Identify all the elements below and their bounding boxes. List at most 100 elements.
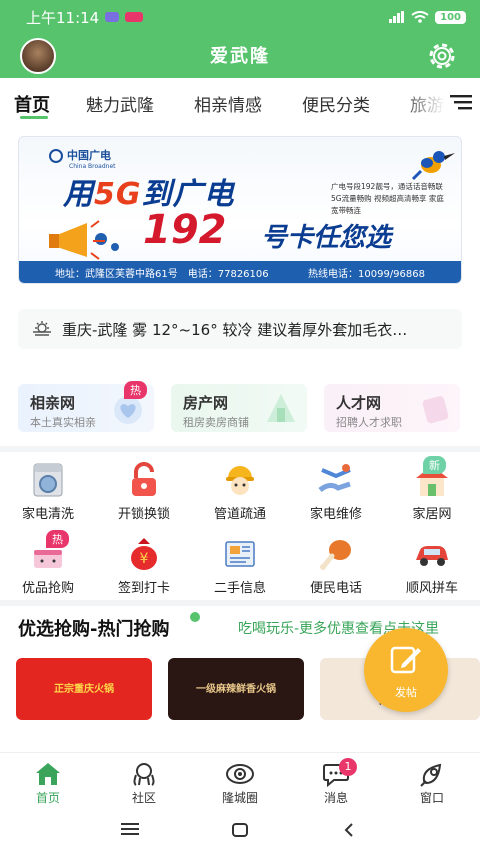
app-header: 上午11:14 100 爱武隆 <box>0 0 480 78</box>
grid-label: 优品抢购 <box>21 581 74 596</box>
notification-icon <box>105 12 120 22</box>
broadnet-logo-icon <box>49 149 63 163</box>
megaphone-icon <box>49 220 119 260</box>
grid-item-appliance-cleaning[interactable]: 家电清洗 <box>8 460 88 522</box>
hot-badge: 热 <box>46 530 69 548</box>
lock-icon <box>132 462 156 496</box>
card-title: 相亲网 <box>30 394 76 412</box>
nav-label: 消息 <box>323 791 348 805</box>
nav-messages[interactable]: 消息 <box>301 761 371 806</box>
home-button-icon[interactable] <box>231 822 249 838</box>
wrench-icon <box>318 464 351 493</box>
battery-level: 100 <box>435 10 466 24</box>
banner-address: 地址：武隆区芙蓉中路61号 <box>55 268 178 280</box>
weather-bar[interactable]: 重庆-武隆 雾 12°~16° 较冷 建议着厚外套加毛衣… <box>18 309 462 349</box>
weather-text: 重庆-武隆 雾 12°~16° 较冷 建议着厚外套加毛衣… <box>62 320 408 339</box>
banner-hotline: 热线电话：10099/96868 <box>308 268 425 280</box>
home-icon <box>36 763 60 785</box>
system-nav-bar <box>0 808 480 853</box>
nav-city-circle[interactable]: 隆城圈 <box>205 761 275 806</box>
promo-banner[interactable]: 中国广电 China Broadnet 用5G到广电 广电号段192靓号，通话话… <box>18 136 462 284</box>
hot-badge: 热 <box>124 381 147 399</box>
tab-fade <box>400 78 445 124</box>
status-icons: 100 <box>389 10 466 24</box>
recent-apps-icon[interactable] <box>120 822 140 836</box>
worker-icon <box>226 466 254 495</box>
banner-headline-5g: 5G <box>94 177 142 212</box>
section-divider <box>0 446 480 452</box>
banner-details: 广电号段192靓号，通话话音畅联 5G流量畅购 视频超高清畅享 家庭宽带畅连 <box>331 182 444 215</box>
card-title: 人才网 <box>336 394 382 412</box>
card-property[interactable]: 房产网 租房卖房商铺 <box>171 384 307 432</box>
banner-footer: 地址：武隆区芙蓉中路61号 电话：77826106 热线电话：10099/968… <box>19 261 461 283</box>
post-button[interactable]: 发帖 <box>364 628 448 712</box>
grid-label: 家电维修 <box>309 507 362 522</box>
grid-item-phone-directory[interactable]: 便民电话 <box>296 534 376 596</box>
eye-icon <box>226 764 254 784</box>
wifi-icon <box>411 11 429 23</box>
grid-label: 签到打卡 <box>117 581 170 596</box>
notification-icon <box>125 12 144 22</box>
promo-card[interactable]: 一级麻辣鲜香火锅 <box>168 658 304 720</box>
car-icon <box>416 546 448 566</box>
banner-number: 192 <box>143 207 227 253</box>
banner-phone: 电话：77826106 <box>187 268 269 280</box>
nav-label: 隆城圈 <box>221 791 258 805</box>
person-icon <box>422 396 449 424</box>
nav-label: 首页 <box>35 791 60 805</box>
card-talent[interactable]: 人才网 招聘人才求职 <box>324 384 460 432</box>
gear-icon[interactable] <box>424 38 460 74</box>
promo-card[interactable]: 正宗重庆火锅 <box>16 658 152 720</box>
rocket-icon <box>420 763 442 787</box>
message-count-badge: 1 <box>339 758 357 776</box>
svg-text:¥: ¥ <box>140 551 149 567</box>
washing-machine-icon <box>33 463 63 497</box>
tab-home[interactable]: 首页 <box>14 91 50 117</box>
status-bar: 上午11:14 100 <box>0 0 480 34</box>
grid-label: 家电清洗 <box>21 507 74 522</box>
banner-slogan: 号卡任您选 <box>261 223 392 253</box>
banner-logo-text: 中国广电 <box>67 149 111 162</box>
promo-text: 一级麻辣鲜香火锅 <box>196 684 276 695</box>
nav-home[interactable]: 首页 <box>13 761 83 806</box>
money-bag-icon: ¥ <box>131 538 157 570</box>
banner-headline-a: 用 <box>63 177 94 212</box>
grid-label: 二手信息 <box>213 581 266 596</box>
nav-community[interactable]: 社区 <box>109 761 179 806</box>
grid-item-appliance-repair[interactable]: 家电维修 <box>296 460 376 522</box>
grid-item-check-in[interactable]: ¥ 签到打卡 <box>104 534 184 596</box>
status-time: 上午11:14 <box>26 8 100 27</box>
nav-window[interactable]: 窗口 <box>397 761 467 806</box>
edit-icon <box>390 646 421 674</box>
chicken-leg-icon <box>320 540 351 570</box>
bottom-nav: 首页 社区 隆城圈 消息 窗口 <box>0 752 480 808</box>
building-icon <box>267 394 295 422</box>
grid-item-pipe-unclog[interactable]: 管道疏通 <box>200 460 280 522</box>
card-title: 房产网 <box>183 394 229 412</box>
category-tabs: 首页 魅力武隆 相亲情感 便民分类 旅游 <box>0 78 480 124</box>
app-title: 爱武隆 <box>210 46 270 67</box>
section-title: 优选抢购-热门抢购 <box>18 619 170 640</box>
back-icon[interactable] <box>342 822 356 838</box>
card-subtitle: 租房卖房商铺 <box>183 416 249 429</box>
post-button-label: 发帖 <box>395 686 417 699</box>
grid-label: 便民电话 <box>309 581 362 596</box>
grid-item-second-hand[interactable]: 二手信息 <box>200 534 280 596</box>
tab-active-indicator <box>20 116 48 119</box>
grid-item-locksmith[interactable]: 开锁换锁 <box>104 460 184 522</box>
grid-item-carpool[interactable]: 顺风拼车 <box>392 534 472 596</box>
tab-charm-wulong[interactable]: 魅力武隆 <box>86 91 154 116</box>
newspaper-icon <box>225 541 255 567</box>
grid-label: 家居网 <box>412 507 452 522</box>
section-dot <box>190 612 200 622</box>
signal-icon <box>389 11 405 23</box>
promo-text: 正宗重庆火锅 <box>54 684 114 695</box>
section-divider <box>0 600 480 606</box>
tab-services[interactable]: 便民分类 <box>302 91 370 116</box>
menu-icon[interactable] <box>450 94 472 110</box>
grid-label: 管道疏通 <box>213 507 266 522</box>
tab-dating[interactable]: 相亲情感 <box>194 91 262 116</box>
nav-label: 社区 <box>131 791 156 805</box>
weather-fog-icon <box>33 321 51 336</box>
grid-label: 开锁换锁 <box>117 507 170 522</box>
